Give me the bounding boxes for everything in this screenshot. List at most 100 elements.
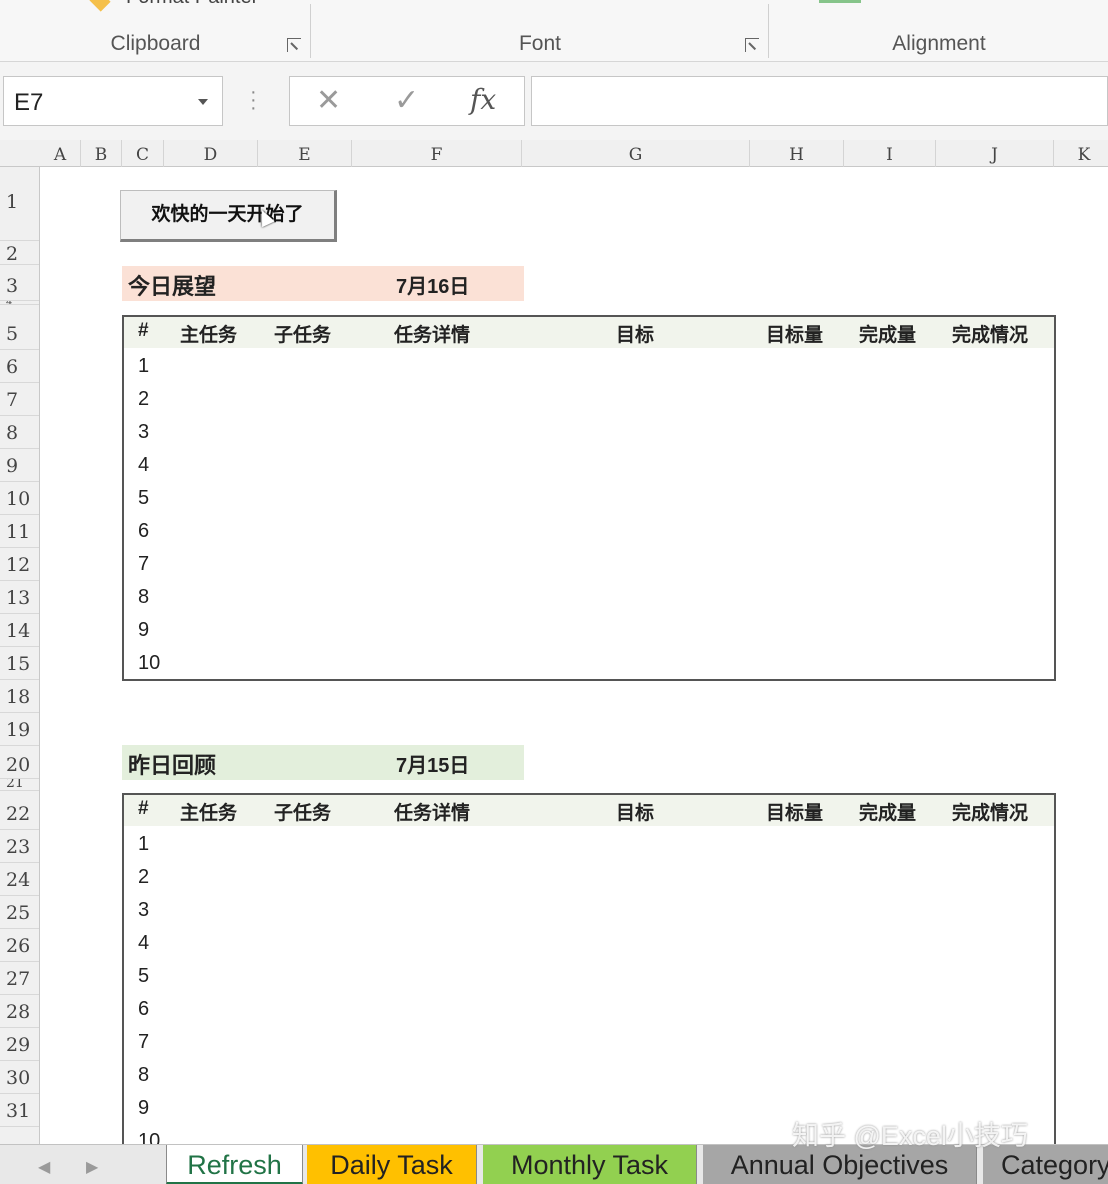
table-row[interactable]: 9: [138, 1097, 149, 1120]
tab-monthly-task[interactable]: Monthly Task: [483, 1145, 697, 1184]
row-header[interactable]: 4: [0, 301, 39, 305]
ribbon: Format Painter Clipboard Font Alignment: [0, 0, 1108, 62]
row-header[interactable]: 5: [0, 317, 39, 350]
table-row[interactable]: 6: [138, 998, 149, 1021]
table-row[interactable]: 3: [138, 421, 149, 444]
row-header[interactable]: 20: [0, 746, 39, 779]
col-target: 目标: [616, 803, 655, 824]
table-row[interactable]: 3: [138, 899, 149, 922]
row-header[interactable]: 9: [0, 449, 39, 482]
font-group: Font: [311, 0, 769, 62]
cancel-icon[interactable]: ✕: [316, 83, 341, 118]
row-header[interactable]: 13: [0, 581, 39, 614]
table-row[interactable]: 2: [138, 866, 149, 889]
insert-function-icon[interactable]: fx: [470, 83, 496, 116]
column-header-a[interactable]: A: [40, 140, 81, 167]
col-main-task: 主任务: [180, 325, 238, 346]
table-row[interactable]: 10: [138, 1130, 160, 1144]
row-header[interactable]: 27: [0, 962, 39, 995]
table-row[interactable]: 5: [138, 487, 149, 510]
col-sub-task: 子任务: [274, 803, 332, 824]
format-painter-icon[interactable]: [89, 0, 111, 12]
row-header[interactable]: 24: [0, 863, 39, 896]
col-sub-task: 子任务: [274, 325, 332, 346]
col-completion-status: 完成情况: [952, 803, 1029, 824]
row-header[interactable]: 12: [0, 548, 39, 581]
column-header-d[interactable]: D: [164, 140, 258, 167]
row-header[interactable]: 26: [0, 929, 39, 962]
col-completion-status: 完成情况: [952, 325, 1029, 346]
row-header[interactable]: 29: [0, 1028, 39, 1061]
table-row[interactable]: 7: [138, 1031, 149, 1054]
col-task-detail: 任务详情: [394, 803, 471, 824]
today-title: 今日展望: [128, 274, 217, 299]
row-header[interactable]: 8: [0, 416, 39, 449]
row-header[interactable]: 21: [0, 779, 39, 791]
column-header-j[interactable]: J: [936, 140, 1054, 167]
watermark: 知乎 @Excel小技巧: [792, 1121, 1028, 1151]
formula-input[interactable]: [531, 76, 1108, 126]
tab-daily-task[interactable]: Daily Task: [307, 1145, 477, 1184]
row-header[interactable]: 19: [0, 713, 39, 746]
chevron-down-icon[interactable]: [198, 99, 208, 105]
col-number: #: [138, 320, 149, 341]
table-row[interactable]: 1: [138, 833, 149, 856]
column-header-i[interactable]: I: [844, 140, 936, 167]
row-header[interactable]: 3: [0, 265, 39, 301]
table-row[interactable]: 8: [138, 586, 149, 609]
row-header[interactable]: 28: [0, 995, 39, 1028]
tab-refresh[interactable]: Refresh: [166, 1145, 303, 1184]
column-header-e[interactable]: E: [258, 140, 352, 167]
alignment-group-label: Alignment: [892, 32, 986, 55]
table-row[interactable]: 8: [138, 1064, 149, 1087]
name-box[interactable]: E7: [3, 76, 223, 126]
row-header[interactable]: 6: [0, 350, 39, 383]
more-options-icon[interactable]: · · ·: [250, 82, 257, 118]
row-header[interactable]: 22: [0, 797, 39, 830]
row-header[interactable]: 31: [0, 1094, 39, 1127]
table-row[interactable]: 4: [138, 932, 149, 955]
format-painter-label[interactable]: Format Painter: [126, 0, 258, 9]
name-box-value: E7: [14, 89, 44, 116]
row-header[interactable]: 18: [0, 680, 39, 713]
row-header[interactable]: 23: [0, 830, 39, 863]
column-header-bar: A B C D E F G H I J K: [0, 140, 1108, 167]
row-header[interactable]: 11: [0, 515, 39, 548]
tab-scroll-right-icon[interactable]: ▶: [86, 1157, 98, 1177]
col-task-detail: 任务详情: [394, 325, 471, 346]
row-header[interactable]: 7: [0, 383, 39, 416]
tab-scroll-left-icon[interactable]: ◀: [38, 1157, 50, 1177]
font-launcher-icon[interactable]: [745, 38, 759, 52]
column-header-g[interactable]: G: [522, 140, 750, 167]
row-header[interactable]: 30: [0, 1061, 39, 1094]
row-header[interactable]: 14: [0, 614, 39, 647]
table-row[interactable]: 5: [138, 965, 149, 988]
column-header-b[interactable]: B: [81, 140, 122, 167]
table-row[interactable]: 2: [138, 388, 149, 411]
clipboard-launcher-icon[interactable]: [287, 38, 301, 52]
table-row[interactable]: 7: [138, 553, 149, 576]
table-row[interactable]: 6: [138, 520, 149, 543]
worksheet[interactable]: 欢快的一天开始了 今日展望 7月16日 # 主任务 子任务 任务详情 目标 目标…: [40, 167, 1108, 1144]
start-day-macro-button[interactable]: 欢快的一天开始了: [120, 190, 337, 242]
row-header[interactable]: 25: [0, 896, 39, 929]
col-target: 目标: [616, 325, 655, 346]
table-row[interactable]: 1: [138, 355, 149, 378]
table-row[interactable]: 9: [138, 619, 149, 642]
column-header-f[interactable]: F: [352, 140, 522, 167]
enter-icon[interactable]: ✓: [394, 83, 419, 118]
row-header[interactable]: 1: [0, 167, 39, 241]
column-header-k[interactable]: K: [1054, 140, 1108, 167]
row-header[interactable]: 15: [0, 647, 39, 680]
table-row[interactable]: 4: [138, 454, 149, 477]
yesterday-section-header: 昨日回顾 7月15日: [122, 745, 524, 780]
column-header-c[interactable]: C: [122, 140, 164, 167]
table-row[interactable]: 10: [138, 652, 160, 675]
row-header[interactable]: 10: [0, 482, 39, 515]
yesterday-task-table: # 主任务 子任务 任务详情 目标 目标量 完成量 完成情况 1 2 3 4 5…: [122, 793, 1056, 1144]
column-header-h[interactable]: H: [750, 140, 844, 167]
formula-buttons: ✕ ✓ fx: [289, 76, 525, 126]
table-header-row: # 主任务 子任务 任务详情 目标 目标量 完成量 完成情况: [124, 795, 1054, 826]
col-main-task: 主任务: [180, 803, 238, 824]
row-header[interactable]: 2: [0, 241, 39, 265]
